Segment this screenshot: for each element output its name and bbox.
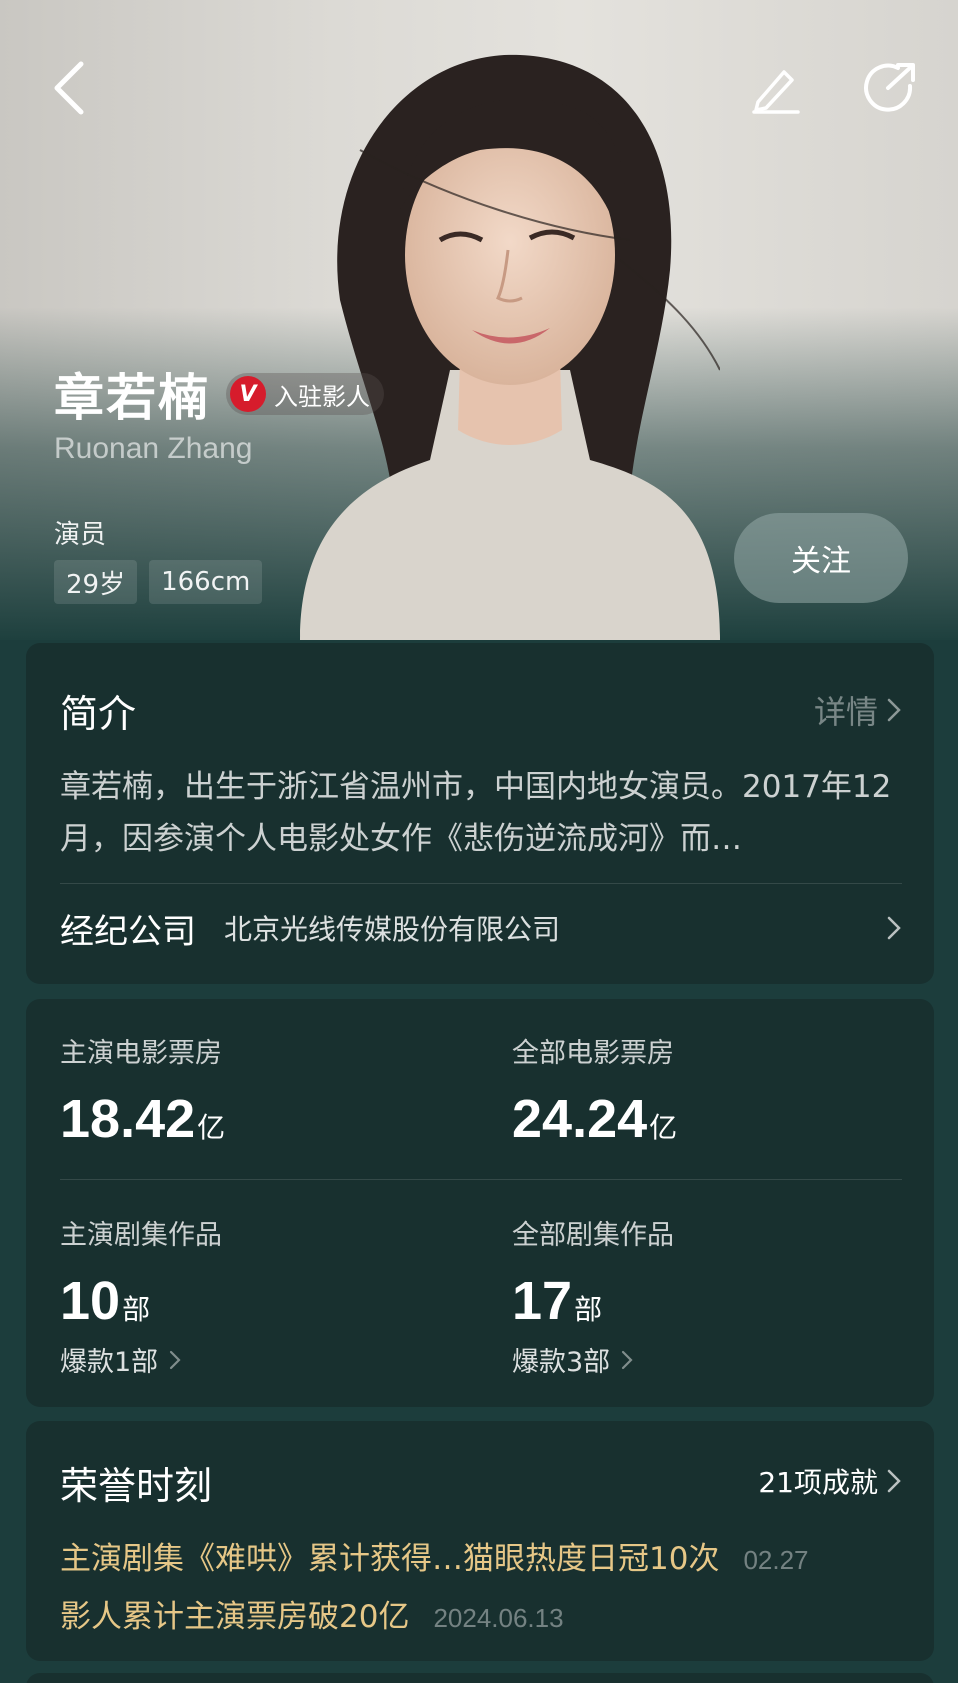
verified-icon: V (230, 376, 266, 412)
detail-label: 详情 (813, 693, 878, 731)
verified-label: 入驻影人 (274, 382, 370, 411)
hit-count-link[interactable]: 爆款3部 (512, 1340, 674, 1379)
intro-title: 简介 (60, 692, 137, 736)
next-card (26, 1673, 934, 1683)
agency-value: 北京光线传媒股份有限公司 (224, 913, 561, 946)
hit-count-label: 爆款3部 (512, 1347, 611, 1378)
lead-box-office: 主演电影票房 18.42亿 (60, 1031, 225, 1150)
honors-count-link[interactable]: 21项成就 (758, 1461, 902, 1501)
honors-count: 21项成就 (758, 1466, 878, 1499)
back-button[interactable] (32, 52, 104, 124)
lead-series: 主演剧集作品 10部 爆款1部 (60, 1213, 222, 1379)
profile-photo (300, 54, 720, 640)
profile-name-english: Ruonan Zhang (54, 432, 253, 465)
hit-count-link[interactable]: 爆款1部 (60, 1340, 222, 1379)
chevron-right-icon (170, 1350, 181, 1369)
stats-card: 主演电影票房 18.42亿 全部电影票房 24.24亿 主演剧集作品 10部 爆… (26, 999, 934, 1407)
pencil-icon (752, 70, 800, 114)
stat-label: 全部剧集作品 (512, 1220, 674, 1251)
total-box-office: 全部电影票房 24.24亿 (512, 1031, 677, 1150)
agency-row[interactable]: 经纪公司 北京光线传媒股份有限公司 (60, 893, 902, 963)
honor-date: 2024.06.13 (433, 1603, 564, 1633)
stat-value: 24.24亿 (512, 1088, 677, 1150)
stat-value: 18.42亿 (60, 1088, 225, 1150)
profile-tags: 29岁 166cm (54, 560, 263, 604)
follow-button[interactable]: 关注 (734, 513, 908, 603)
divider (60, 1179, 902, 1180)
honor-text: 主演剧集《难哄》累计获得…猫眼热度日冠10次 (60, 1541, 720, 1577)
hero-header: 章若楠 V 入驻影人 Ruonan Zhang 演员 29岁 166cm 关注 (0, 0, 958, 640)
intro-text[interactable]: 章若楠，出生于浙江省温州市，中国内地女演员。2017年12月，因参演个人电影处女… (60, 761, 902, 865)
intro-card: 简介 详情 章若楠，出生于浙江省温州市，中国内地女演员。2017年12月，因参演… (26, 643, 934, 984)
honor-item[interactable]: 主演剧集《难哄》累计获得…猫眼热度日冠10次 02.27 (60, 1533, 809, 1578)
chevron-right-icon (622, 1350, 633, 1369)
honors-title: 荣誉时刻 (60, 1464, 213, 1508)
height-tag: 166cm (149, 560, 263, 604)
chevron-right-icon (887, 698, 901, 722)
stat-unit: 部 (122, 1293, 151, 1326)
stat-number: 24.24 (512, 1089, 648, 1149)
verified-badge[interactable]: V 入驻影人 (226, 373, 384, 415)
profile-name: 章若楠 (54, 369, 210, 427)
intro-detail-link[interactable]: 详情 (814, 687, 902, 733)
name-row: 章若楠 V 入驻影人 (54, 358, 384, 430)
stat-label: 主演电影票房 (60, 1038, 222, 1069)
stat-number: 17 (512, 1271, 573, 1331)
share-button[interactable] (854, 52, 926, 124)
stat-label: 主演剧集作品 (60, 1220, 222, 1251)
share-icon (864, 63, 915, 112)
back-arrow-icon (54, 61, 84, 115)
agency-label: 经纪公司 (60, 911, 196, 952)
stat-unit: 部 (574, 1293, 603, 1326)
hit-count-label: 爆款1部 (60, 1347, 159, 1378)
stat-unit: 亿 (649, 1111, 678, 1144)
profile-role: 演员 (54, 520, 107, 550)
chevron-right-icon (887, 1469, 901, 1493)
age-tag: 29岁 (54, 560, 138, 604)
honor-text: 影人累计主演票房破20亿 (60, 1599, 410, 1635)
stat-number: 18.42 (60, 1089, 196, 1149)
honors-card[interactable]: 荣誉时刻 21项成就 主演剧集《难哄》累计获得…猫眼热度日冠10次 02.27 … (26, 1421, 934, 1661)
stat-value: 10部 (60, 1270, 222, 1332)
honor-date: 02.27 (743, 1545, 809, 1575)
stat-number: 10 (60, 1271, 121, 1331)
stat-value: 17部 (512, 1270, 674, 1332)
stat-label: 全部电影票房 (512, 1038, 674, 1069)
edit-button[interactable] (740, 52, 812, 124)
total-series: 全部剧集作品 17部 爆款3部 (512, 1213, 674, 1379)
stat-unit: 亿 (197, 1111, 226, 1144)
divider (60, 883, 902, 884)
chevron-right-icon (887, 916, 901, 940)
honor-item[interactable]: 影人累计主演票房破20亿 2024.06.13 (60, 1591, 564, 1636)
